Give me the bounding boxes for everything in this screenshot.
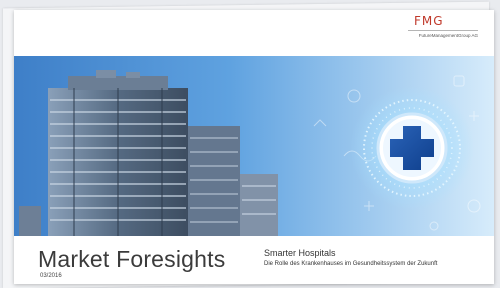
report-subtitle: Smarter Hospitals [264, 248, 336, 258]
report-title: Market Foresights [38, 246, 226, 272]
logo-divider [408, 30, 478, 31]
logo-subtext: FutureManagementGroup AG [418, 33, 478, 38]
hero-image [14, 56, 494, 236]
fmg-logo: FMG FutureManagementGroup AG [408, 15, 478, 45]
report-date: 03/2016 [40, 273, 62, 279]
medical-cross-icon [376, 112, 448, 184]
report-description: Die Rolle des Krankenhauses im Gesundhei… [264, 261, 438, 267]
logo-mark: FMG [414, 14, 444, 28]
report-cover: FMG FutureManagementGroup AG Market Fore… [14, 10, 494, 284]
